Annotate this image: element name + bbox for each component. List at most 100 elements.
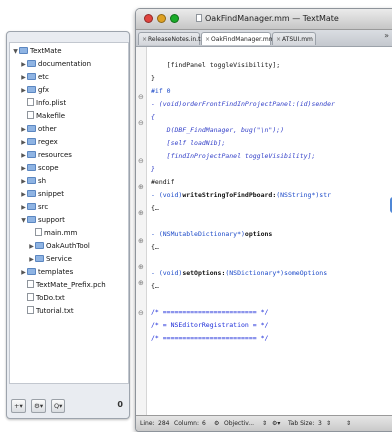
minimize-window-button[interactable] (157, 14, 166, 23)
close-tab-icon[interactable]: × (276, 36, 281, 43)
tree-folder-item[interactable]: ▶ OakAuthTool (28, 240, 90, 252)
file-icon (27, 111, 34, 119)
tab-size-dropdown-icon[interactable]: ⇕ (326, 416, 331, 431)
tab-overflow-icon[interactable]: » (384, 31, 389, 40)
tree-folder-item[interactable]: ▶ scope (20, 162, 59, 174)
zoom-window-button[interactable] (170, 14, 179, 23)
tree-folder-item[interactable]: ▶ resources (20, 149, 72, 161)
fold-marker-icon[interactable]: ⊕ (138, 279, 144, 287)
tree-item-label: support (38, 216, 65, 224)
tab-release-notes[interactable]: ×ReleaseNotes.in.txt (138, 32, 206, 45)
tree-folder-item[interactable]: ▶ Service (28, 253, 72, 265)
fold-marker-icon[interactable]: ⊖ (138, 309, 144, 317)
disclosure-closed-icon[interactable]: ▶ (20, 189, 27, 201)
project-drawer: ▼ TextMate ▶ documentation ▶ etc ▶ gfx Info.plis… (6, 31, 130, 419)
code-line: #endif (151, 178, 175, 186)
disclosure-closed-icon[interactable]: ▶ (20, 267, 27, 279)
add-file-button[interactable]: +▾ (11, 399, 26, 413)
disclosure-closed-icon[interactable]: ▶ (20, 59, 27, 71)
tree-folder-item[interactable]: ▼ support (20, 214, 65, 226)
tree-folder-item[interactable]: ▶ snippet (20, 188, 64, 200)
symbol-dropdown-icon[interactable]: ⇕ (346, 416, 351, 431)
tree-item-label: snippet (38, 190, 64, 198)
tab-oakfindmanager[interactable]: ×OakFindManager.mm (201, 32, 275, 45)
tree-folder-item[interactable]: ▼ TextMate (12, 45, 62, 57)
tree-item-label: ToDo.txt (36, 294, 65, 302)
tree-folder-item[interactable]: ▶ other (20, 123, 57, 135)
disclosure-closed-icon[interactable]: ▶ (20, 72, 27, 84)
fold-marker-icon[interactable]: ⊕ (138, 237, 144, 245)
tree-folder-item[interactable]: ▶ gfx (20, 84, 49, 96)
tree-item-label: TextMate_Prefix.pch (36, 281, 106, 289)
tree-file-item[interactable]: main.mm (28, 227, 77, 239)
code-editor[interactable]: [findPanel toggleVisibility];} #if 0 - (vo… (147, 47, 392, 415)
tree-folder-item[interactable]: ▶ regex (20, 136, 58, 148)
fold-marker-icon[interactable]: ⊖ (138, 93, 144, 101)
bundle-gear-icon[interactable]: ⚙▾ (272, 416, 280, 431)
close-tab-icon[interactable]: × (142, 36, 147, 43)
grammar-selector[interactable]: Objectiv... (224, 416, 254, 431)
disclosure-closed-icon[interactable]: ▶ (20, 202, 27, 214)
grammar-dropdown-icon[interactable]: ⇕ (262, 416, 267, 431)
tree-file-item[interactable]: Makefile (20, 110, 65, 122)
close-tab-icon[interactable]: × (205, 36, 210, 43)
tree-item-label: documentation (38, 60, 92, 68)
grammar-gear-icon[interactable]: ⚙ (214, 416, 219, 431)
code-line: - (void)writeStringToFindPboard:(NSStrin… (151, 191, 332, 199)
folder-icon (19, 47, 28, 54)
tree-item-label: OakAuthTool (46, 242, 90, 250)
editor-gutter[interactable]: ⊖ ⊖ ⊖ ⊕ ⊕ ⊕ ⊕ ⊕ ⊖ (136, 47, 147, 415)
tree-folder-item[interactable]: ▶ sh (20, 175, 46, 187)
disclosure-closed-icon[interactable]: ▶ (20, 163, 27, 175)
tab-label: ATSUI.mm (282, 36, 313, 43)
tab-label: OakFindManager.mm (211, 36, 275, 43)
tree-file-item[interactable]: ToDo.txt (20, 292, 65, 304)
file-count: 0 (117, 400, 123, 409)
folder-icon (27, 60, 36, 67)
tree-folder-item[interactable]: ▶ templates (20, 266, 73, 278)
gear-menu-button[interactable]: ⚙▾ (31, 399, 47, 413)
tree-item-label: Service (46, 255, 72, 263)
code-line: D(DBF_FindManager, bug("\n");) (151, 126, 285, 134)
disclosure-open-icon[interactable]: ▼ (20, 215, 27, 227)
column-value: 6 (202, 420, 206, 427)
code-line: [findPanel toggleVisibility]; (151, 61, 281, 69)
tree-folder-item[interactable]: ▶ src (20, 201, 48, 213)
code-line: - (NSMutableDictionary*)options (151, 230, 273, 238)
fold-marker-icon[interactable]: ⊕ (138, 263, 144, 271)
tree-item-label: Tutorial.txt (36, 307, 74, 315)
file-icon (35, 228, 42, 236)
tab-size-value[interactable]: 3 (318, 416, 322, 431)
tree-file-item[interactable]: Tutorial.txt (20, 305, 74, 317)
tab-atsui[interactable]: ×ATSUI.mm (272, 32, 316, 45)
disclosure-closed-icon[interactable]: ▶ (28, 241, 35, 253)
disclosure-closed-icon[interactable]: ▶ (20, 85, 27, 97)
folder-icon (27, 125, 36, 132)
tree-item-label: scope (38, 164, 59, 172)
close-window-button[interactable] (144, 14, 153, 23)
tab-bar: ×ReleaseNotes.in.txt ×OakFindManager.mm … (136, 30, 392, 47)
disclosure-closed-icon[interactable]: ▶ (20, 124, 27, 136)
code-line: - (void)orderFrontFindInProjectPanel:(id… (151, 100, 335, 108)
fold-marker-icon[interactable]: ⊕ (138, 183, 144, 191)
tree-folder-item[interactable]: ▶ etc (20, 71, 49, 83)
line-value: 284 (158, 420, 170, 427)
status-bar: Line: 284 Column: 6 ⚙ Objectiv... ⇕ ⚙▾ T… (136, 415, 392, 431)
fold-marker-icon[interactable]: ⊖ (138, 119, 144, 127)
file-tree[interactable]: ▼ TextMate ▶ documentation ▶ etc ▶ gfx Info.plis… (9, 42, 129, 384)
disclosure-open-icon[interactable]: ▼ (12, 46, 19, 58)
disclosure-closed-icon[interactable]: ▶ (28, 254, 35, 266)
disclosure-closed-icon[interactable]: ▶ (20, 176, 27, 188)
tree-item-label: resources (38, 151, 72, 159)
tree-item-label: regex (38, 138, 58, 146)
disclosure-closed-icon[interactable]: ▶ (20, 137, 27, 149)
tree-folder-item[interactable]: ▶ documentation (20, 58, 91, 70)
tree-file-item[interactable]: Info.plist (20, 97, 66, 109)
fold-marker-icon[interactable]: ⊕ (138, 209, 144, 217)
search-menu-button[interactable]: Q▾ (51, 399, 66, 413)
tree-file-item[interactable]: TextMate_Prefix.pch (20, 279, 106, 291)
tab-size-label[interactable]: Tab Size: (288, 416, 314, 431)
fold-marker-icon[interactable]: ⊖ (138, 157, 144, 165)
disclosure-closed-icon[interactable]: ▶ (20, 150, 27, 162)
tree-item-label: main.mm (44, 229, 78, 237)
